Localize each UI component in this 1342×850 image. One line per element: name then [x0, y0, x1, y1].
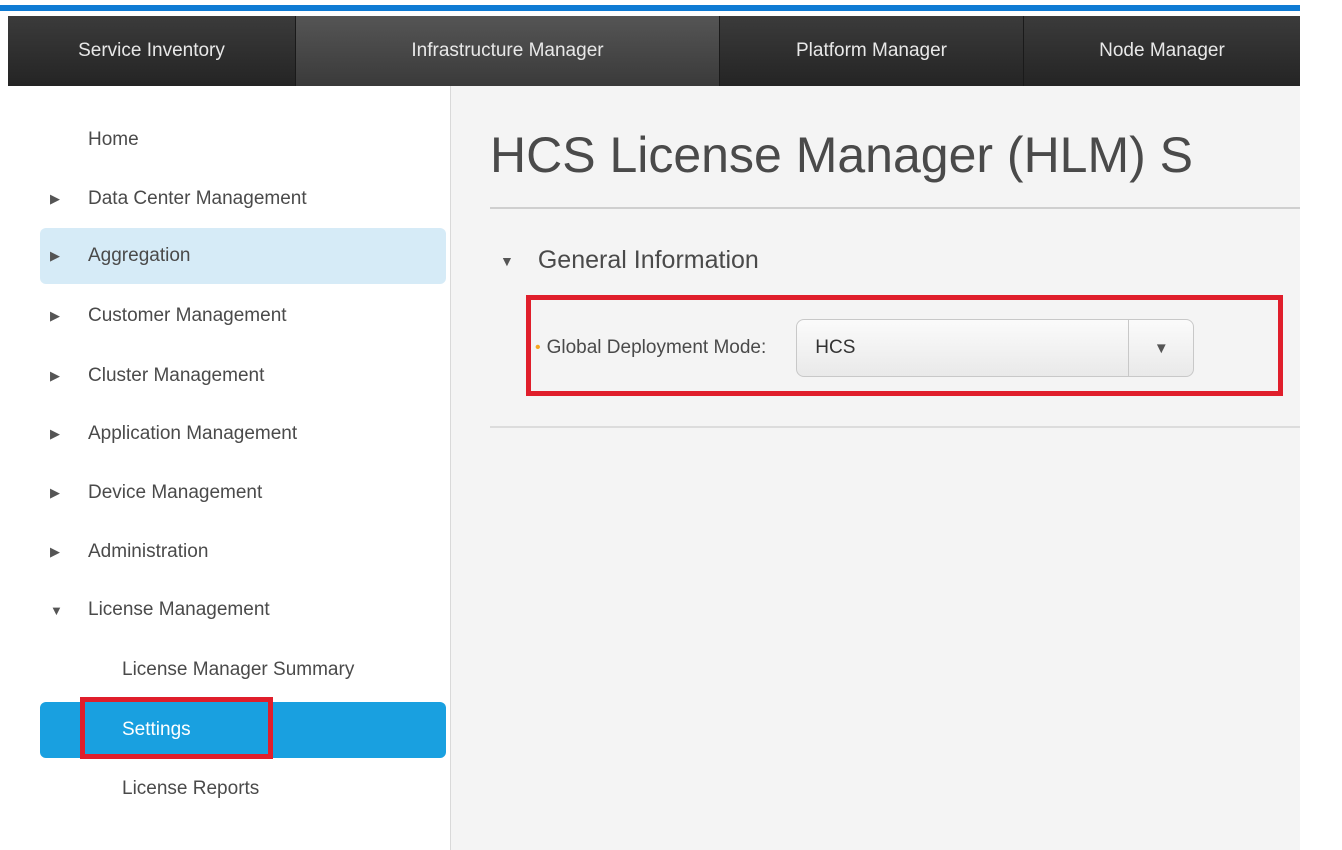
sidebar-item-label: Device Management	[88, 482, 263, 503]
sidebar-item-device-management[interactable]: ▶ Device Management	[40, 465, 446, 521]
field-global-deployment-mode: • Global Deployment Mode: HCS ▼	[535, 318, 1195, 378]
sidebar-item-license-management[interactable]: ▼ License Management	[40, 582, 446, 638]
section-header-general-information[interactable]: ▼ General Information	[500, 246, 759, 275]
sidebar-item-label: Data Center Management	[88, 188, 307, 209]
sidebar-item-administration[interactable]: ▶ Administration	[40, 524, 446, 580]
sidebar-item-label: License Management	[88, 599, 270, 620]
expand-arrow-icon[interactable]: ▶	[40, 368, 88, 384]
section-title: General Information	[537, 246, 759, 274]
sidebar-item-aggregation[interactable]: ▶ Aggregation	[40, 228, 446, 284]
sidebar-item-label: Cluster Management	[88, 365, 265, 386]
sidebar-item-cluster-management[interactable]: ▶ Cluster Management	[40, 348, 446, 404]
sidebar-item-label: Application Management	[88, 423, 298, 444]
required-marker-icon: •	[535, 339, 541, 356]
top-navigation: Service Inventory Infrastructure Manager…	[8, 16, 1300, 86]
field-label: Global Deployment Mode:	[546, 337, 767, 358]
sidebar-item-label: Administration	[88, 541, 209, 562]
main-content: HCS License Manager (HLM) S ▼ General In…	[451, 86, 1300, 850]
collapse-arrow-icon[interactable]: ▼	[40, 603, 88, 618]
section-divider	[490, 426, 1300, 428]
sidebar: Home ▶ Data Center Management ▶ Aggregat…	[0, 86, 450, 850]
select-value: HCS	[815, 337, 856, 358]
expand-arrow-icon[interactable]: ▶	[40, 248, 88, 264]
right-gutter	[1300, 0, 1342, 850]
sidebar-item-home[interactable]: Home	[40, 112, 446, 168]
sidebar-item-settings[interactable]: Settings	[40, 702, 446, 758]
deployment-mode-select[interactable]: HCS ▼	[796, 319, 1195, 377]
sidebar-item-customer-management[interactable]: ▶ Customer Management	[40, 288, 446, 344]
sidebar-item-label: Home	[88, 129, 139, 150]
accent-bar	[0, 5, 1300, 11]
sidebar-item-license-manager-summary[interactable]: License Manager Summary	[40, 642, 446, 698]
sidebar-item-label: Settings	[122, 719, 191, 740]
sidebar-item-label: Aggregation	[88, 245, 191, 266]
sidebar-item-label: License Manager Summary	[122, 659, 355, 680]
tab-node-manager[interactable]: Node Manager	[1024, 16, 1300, 86]
tab-platform-manager[interactable]: Platform Manager	[720, 16, 1024, 86]
sidebar-item-label: Customer Management	[88, 305, 287, 326]
sidebar-item-data-center-management[interactable]: ▶ Data Center Management	[40, 171, 446, 227]
expand-arrow-icon[interactable]: ▶	[40, 308, 88, 324]
expand-arrow-icon[interactable]: ▶	[40, 191, 88, 207]
title-divider	[490, 207, 1300, 209]
collapse-arrow-icon[interactable]: ▼	[500, 253, 514, 269]
chevron-down-icon[interactable]: ▼	[1129, 340, 1193, 357]
sidebar-item-application-management[interactable]: ▶ Application Management	[40, 406, 446, 462]
expand-arrow-icon[interactable]: ▶	[40, 485, 88, 501]
sidebar-item-license-reports[interactable]: License Reports	[40, 761, 446, 817]
top-accent-strip	[0, 0, 1342, 16]
expand-arrow-icon[interactable]: ▶	[40, 544, 88, 560]
tab-infrastructure-manager[interactable]: Infrastructure Manager	[296, 16, 720, 86]
tab-service-inventory[interactable]: Service Inventory	[8, 16, 296, 86]
page-title: HCS License Manager (HLM) S	[490, 127, 1194, 183]
sidebar-item-label: License Reports	[122, 778, 260, 799]
expand-arrow-icon[interactable]: ▶	[40, 426, 88, 442]
